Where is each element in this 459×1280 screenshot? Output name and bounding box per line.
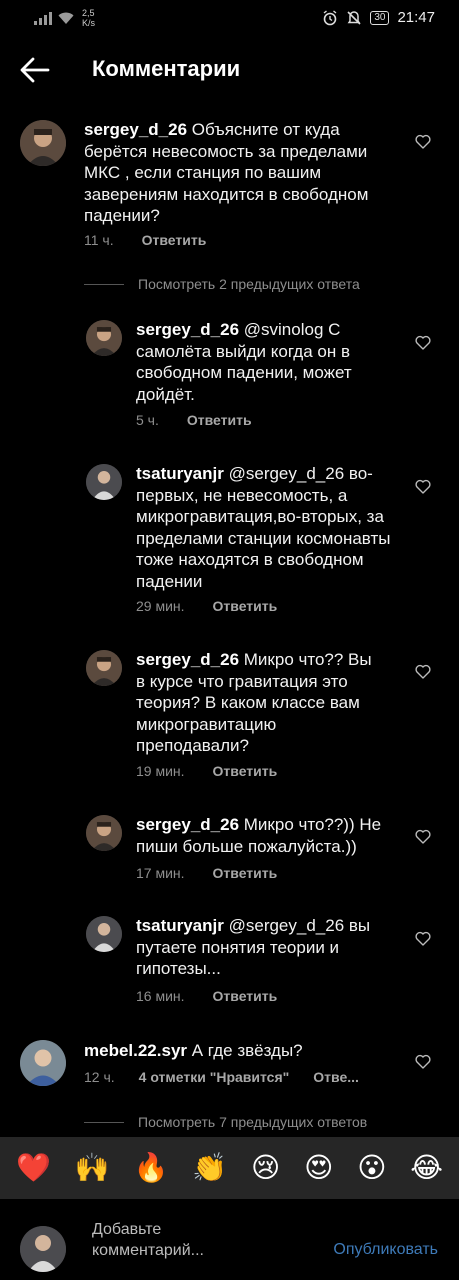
comment-username[interactable]: sergey_d_26 [84,120,187,139]
comment-time: 5 ч. [136,412,159,428]
emoji-clap[interactable]: 👏 [192,1152,227,1184]
reply-button[interactable]: Ответить [213,988,278,1004]
heart-outline-icon[interactable] [415,134,431,149]
emoji-fire[interactable]: 🔥 [133,1152,168,1184]
comment-time: 29 мин. [136,598,185,614]
signal-icon [34,11,52,25]
avatar [20,1226,66,1272]
status-right: 30 21:47 [322,9,435,26]
comment-text: tsaturyanjr @sergey_d_26 во-первых, не н… [136,463,398,592]
comment-time: 19 мин. [136,763,185,779]
clock: 21:47 [397,9,435,26]
network-speed: 2,5 K/s [82,8,96,28]
reply-button[interactable]: Ответить [213,763,278,779]
heart-outline-icon[interactable] [415,931,431,946]
avatar[interactable] [20,120,66,166]
status-left: 2,5 K/s [34,8,95,28]
comment-body: А где звёзды? [191,1041,303,1060]
divider [84,283,124,285]
view-previous-label: Посмотреть 7 предыдущих ответов [138,1114,368,1130]
back-arrow-icon[interactable] [18,54,52,86]
reply-button[interactable]: Ответить [213,598,278,614]
comment-composer: Добавьте комментарий... Опубликовать [0,1199,459,1280]
heart-outline-icon[interactable] [415,1054,431,1069]
comment-username[interactable]: tsaturyanjr [136,916,224,935]
emoji-surprised[interactable]: 😮 [357,1152,386,1184]
comment-meta: 29 мин. Ответить [136,598,277,614]
battery-icon: 30 [370,10,390,25]
comment-text: sergey_d_26 Микро что?? Вы в курсе что г… [136,649,376,757]
comment-time: 11 ч. [84,232,114,248]
heart-outline-icon[interactable] [415,664,431,679]
comment-text: mebel.22.syr А где звёзды? [84,1040,394,1062]
avatar[interactable] [86,464,122,500]
emoji-bar: ❤️ 🙌 🔥 👏 😢 😍 😮 😂 [0,1137,459,1199]
wifi-icon [58,12,74,24]
reply-button[interactable]: Ответить [213,865,278,881]
comment-meta: 17 мин. Ответить [136,865,277,881]
comment-meta: 16 мин. Ответить [136,988,277,1004]
view-previous-label: Посмотреть 2 предыдущих ответа [138,276,360,292]
comment-text: sergey_d_26 Объясните от куда берётся не… [84,119,394,227]
comment-meta: 12 ч. 4 отметки "Нравится" Отве... [84,1069,359,1085]
mute-icon [347,10,361,25]
reply-button[interactable]: Ответить [142,232,207,248]
comment-time: 12 ч. [84,1069,115,1085]
comment-text: tsaturyanjr @sergey_d_26 вы путаете поня… [136,915,398,980]
heart-outline-icon[interactable] [415,335,431,350]
comment-username[interactable]: tsaturyanjr [136,464,224,483]
heart-outline-icon[interactable] [415,479,431,494]
avatar[interactable] [20,1040,66,1086]
comment-text: sergey_d_26 Микро что??)) Не пиши больше… [136,814,392,857]
comment-meta: 19 мин. Ответить [136,763,277,779]
status-bar: 2,5 K/s 30 21:47 [0,0,459,36]
avatar[interactable] [86,815,122,851]
comment-input[interactable]: Добавьте комментарий... [92,1219,272,1261]
reply-button[interactable]: Отве... [313,1069,359,1085]
page-title: Комментарии [92,56,241,81]
comment-time: 17 мин. [136,865,185,881]
comment-meta: 11 ч. Ответить [84,232,206,248]
emoji-raised-hands[interactable]: 🙌 [75,1152,110,1184]
avatar[interactable] [86,916,122,952]
likes-count[interactable]: 4 отметки "Нравится" [139,1069,290,1085]
header: Комментарии [0,40,459,100]
divider [84,1121,124,1123]
comment-username[interactable]: sergey_d_26 [136,650,239,669]
comment-username[interactable]: mebel.22.syr [84,1041,187,1060]
comment-username[interactable]: sergey_d_26 [136,320,239,339]
publish-button[interactable]: Опубликовать [333,1241,438,1259]
emoji-crying[interactable]: 😢 [251,1152,280,1184]
emoji-heart[interactable]: ❤️ [16,1152,51,1184]
reply-button[interactable]: Ответить [187,412,252,428]
avatar[interactable] [86,650,122,686]
comment-username[interactable]: sergey_d_26 [136,815,239,834]
heart-outline-icon[interactable] [415,829,431,844]
emoji-laughing[interactable]: 😂 [410,1152,443,1184]
view-previous-replies[interactable]: Посмотреть 2 предыдущих ответа [84,276,360,292]
comment-time: 16 мин. [136,988,185,1004]
comment-meta: 5 ч. Ответить [136,412,252,428]
emoji-heart-eyes[interactable]: 😍 [304,1152,333,1184]
alarm-icon [323,9,337,25]
view-previous-replies[interactable]: Посмотреть 7 предыдущих ответов [84,1114,367,1130]
avatar[interactable] [86,320,122,356]
comment-text: sergey_d_26 @svinolog С самолёта выйди к… [136,319,376,405]
